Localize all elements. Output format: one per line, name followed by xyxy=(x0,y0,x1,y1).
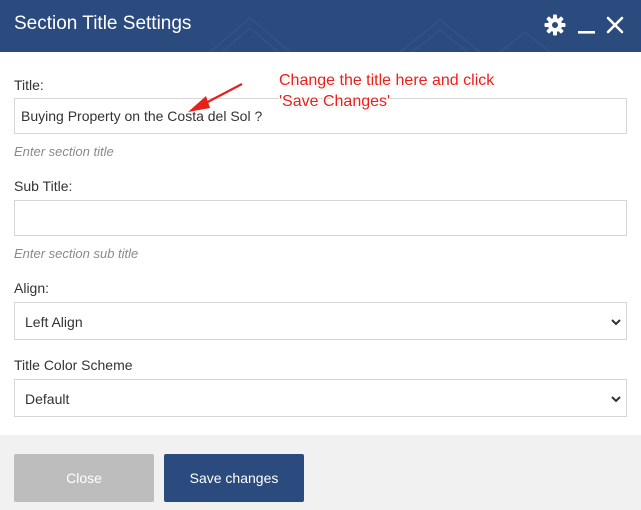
minimize-icon[interactable] xyxy=(575,13,599,37)
subtitle-input[interactable] xyxy=(14,200,627,236)
subtitle-help-text: Enter section sub title xyxy=(14,246,139,261)
save-changes-button[interactable]: Save changes xyxy=(164,454,304,502)
align-selected-value: Left Align xyxy=(25,314,83,330)
dialog-title: Section Title Settings xyxy=(14,13,192,34)
title-help-text: Enter section title xyxy=(14,144,114,159)
annotation-callout: Change the title here and click 'Save Ch… xyxy=(279,70,579,112)
title-label: Title: xyxy=(14,77,44,93)
close-button[interactable]: Close xyxy=(14,454,154,502)
dialog-header: Section Title Settings xyxy=(0,0,641,52)
subtitle-label: Sub Title: xyxy=(14,178,73,194)
annotation-line-1: Change the title here and click xyxy=(279,72,495,89)
color-scheme-label: Title Color Scheme xyxy=(14,357,133,373)
gear-icon[interactable] xyxy=(543,13,567,37)
annotation-line-2: 'Save Changes' xyxy=(279,93,391,110)
color-scheme-selected-value: Default xyxy=(25,391,70,407)
color-scheme-select[interactable]: Default xyxy=(14,379,627,417)
chevron-down-icon xyxy=(611,396,621,403)
chevron-down-icon xyxy=(611,319,621,326)
align-label: Align: xyxy=(14,280,50,296)
annotation-arrow xyxy=(188,83,243,112)
dialog-footer: Close Save changes xyxy=(0,435,641,510)
close-icon[interactable] xyxy=(603,13,627,37)
align-select[interactable]: Left Align xyxy=(14,302,627,340)
section-title-settings-dialog: Section Title Settings Title: Buying Pro… xyxy=(0,0,641,510)
